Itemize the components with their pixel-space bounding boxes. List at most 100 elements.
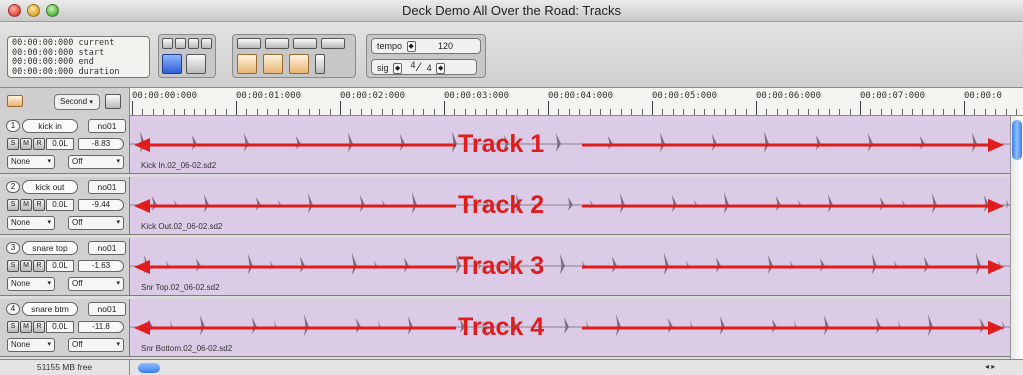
sig-label: sig <box>377 63 389 73</box>
ruler-minor-tick <box>1005 109 1007 115</box>
volume-field[interactable]: 0.0L <box>46 199 74 211</box>
input-popup[interactable]: None ▾ <box>7 277 55 291</box>
voice-popup[interactable]: no01 <box>88 302 126 316</box>
track-header-3: 3 snare top no01 S M R 0.0L -1.63 None ▾… <box>0 238 130 296</box>
volume-field[interactable]: 0.0L <box>46 321 74 333</box>
output-popup[interactable]: Off ▾ <box>68 216 124 230</box>
ruler-minor-tick <box>496 109 497 115</box>
track-number: 4 <box>6 303 20 315</box>
output-popup[interactable]: Off ▾ <box>68 338 124 352</box>
record-button[interactable]: R <box>33 199 45 211</box>
ruler-major-tick <box>964 101 965 115</box>
sig-denominator-stepper-icon[interactable]: ◆ <box>436 63 446 75</box>
output-popup[interactable]: Off ▾ <box>68 277 124 291</box>
mute-button[interactable]: M <box>20 138 32 150</box>
input-popup[interactable]: None ▾ <box>7 155 55 169</box>
horizontal-scroll-thumb[interactable] <box>138 363 160 373</box>
track-name-field[interactable]: snare btm <box>22 302 78 316</box>
track-name-field[interactable]: kick out <box>22 180 78 194</box>
zoom-out-button[interactable] <box>237 54 257 74</box>
solo-button[interactable]: S <box>7 260 19 272</box>
ruler-minor-tick <box>537 109 539 115</box>
tempo-field[interactable]: tempo ◆ 120 <box>371 38 481 54</box>
ruler-minor-tick <box>288 109 289 115</box>
mode-button-2[interactable] <box>175 38 186 49</box>
zoom-button-4[interactable] <box>321 38 345 49</box>
tracks-menu-icon[interactable] <box>7 95 23 107</box>
track-name-field[interactable]: snare top <box>22 241 78 255</box>
track-lane-1[interactable]: Kick In.02_06-02.sd2 Track 1 <box>130 116 1010 174</box>
mode-button-1[interactable] <box>162 38 173 49</box>
ruler-minor-tick <box>610 109 612 115</box>
solo-button[interactable]: S <box>7 321 19 333</box>
nudge-stepper[interactable] <box>315 54 325 74</box>
zoom-button-2[interactable] <box>265 38 289 49</box>
popup-arrow-icon: ▾ <box>116 158 120 165</box>
pan-field[interactable]: -11.8 <box>78 321 124 333</box>
zoom-in-button[interactable] <box>263 54 283 74</box>
solo-button[interactable]: S <box>7 199 19 211</box>
track-annotation-label: Track 2 <box>458 191 545 219</box>
popup-arrow-icon: ▾ <box>47 219 51 226</box>
ruler-minor-tick <box>787 109 789 115</box>
double-arrow-icon <box>134 199 1004 213</box>
mute-button[interactable]: M <box>20 199 32 211</box>
pan-field[interactable]: -1.63 <box>78 260 124 272</box>
zoom-group <box>232 34 356 78</box>
sig-field[interactable]: sig ◆ 4 ⁄ 4 ◆ <box>371 59 477 75</box>
pan-field[interactable]: -8.83 <box>78 138 124 150</box>
time-ruler[interactable]: 00:00:00:000 00:00:01:000 00:00:02:000 00:0… <box>130 88 1023 116</box>
pointer-tool-button[interactable] <box>162 54 182 74</box>
pan-field[interactable]: -9.44 <box>78 199 124 211</box>
solo-button[interactable]: S <box>7 138 19 150</box>
ruler-minor-tick <box>256 109 258 115</box>
edit-mode-group <box>158 34 216 78</box>
vertical-scroll-thumb[interactable] <box>1012 120 1022 160</box>
ruler-minor-tick <box>839 109 841 115</box>
sig-stepper-icon[interactable]: ◆ <box>393 63 403 75</box>
title-bar: Deck Demo All Over the Road: Tracks <box>0 0 1023 22</box>
ruler-label: 00:00:0 <box>964 91 1002 101</box>
volume-field[interactable]: 0.0L <box>46 260 74 272</box>
zoom-button-3[interactable] <box>293 38 317 49</box>
output-popup[interactable]: Off ▾ <box>68 155 124 169</box>
track-lane-3[interactable]: Snr Top.02_06-02.sd2 Track 3 <box>130 238 1010 296</box>
mute-button[interactable]: M <box>20 260 32 272</box>
mode-button-3[interactable] <box>188 38 199 49</box>
arrow-head <box>988 260 1004 274</box>
select-tool-button[interactable] <box>186 54 206 74</box>
tempo-stepper-icon[interactable]: ◆ <box>406 41 416 53</box>
arrow-head <box>134 138 150 152</box>
volume-field[interactable]: 0.0L <box>46 138 74 150</box>
track-name-field[interactable]: kick in <box>22 119 78 133</box>
voice-popup[interactable]: no01 <box>88 241 126 255</box>
record-button[interactable]: R <box>33 260 45 272</box>
vertical-scrollbar[interactable] <box>1010 116 1023 359</box>
voice-popup[interactable]: no01 <box>88 119 126 133</box>
scroll-arrows-icon[interactable]: ◂ ▸ <box>985 362 995 371</box>
input-popup[interactable]: None ▾ <box>7 216 55 230</box>
ruler-minor-tick <box>485 109 487 115</box>
voice-popup[interactable]: no01 <box>88 180 126 194</box>
ruler-minor-tick <box>173 109 175 115</box>
ruler-minor-tick <box>600 109 601 115</box>
ruler-minor-tick <box>932 109 934 115</box>
input-popup[interactable]: None ▾ <box>7 338 55 352</box>
disk-free-readout: 51155 MB free <box>0 360 130 375</box>
record-button[interactable]: R <box>33 138 45 150</box>
track-header-2: 2 kick out no01 S M R 0.0L -9.44 None ▾ … <box>0 177 130 235</box>
time-mode-popup[interactable]: Second ▾ <box>54 94 100 110</box>
track-lane-2[interactable]: Kick Out.02_06-02.sd2 Track 2 <box>130 177 1010 235</box>
mute-button[interactable]: M <box>20 321 32 333</box>
ruler-minor-tick <box>433 109 435 115</box>
ruler-minor-tick <box>589 109 591 115</box>
ruler-label: 00:00:01:000 <box>236 91 302 101</box>
track-lane-4[interactable]: Snr Bottom.02_06-02.sd2 Track 4 <box>130 299 1010 357</box>
mode-button-4[interactable] <box>201 38 212 49</box>
record-button[interactable]: R <box>33 321 45 333</box>
grid-toggle-button[interactable] <box>105 94 121 109</box>
input-value: None <box>11 340 31 349</box>
zoom-button-1[interactable] <box>237 38 261 49</box>
grabber-tool-button[interactable] <box>289 54 309 74</box>
arrow-head <box>134 321 150 335</box>
